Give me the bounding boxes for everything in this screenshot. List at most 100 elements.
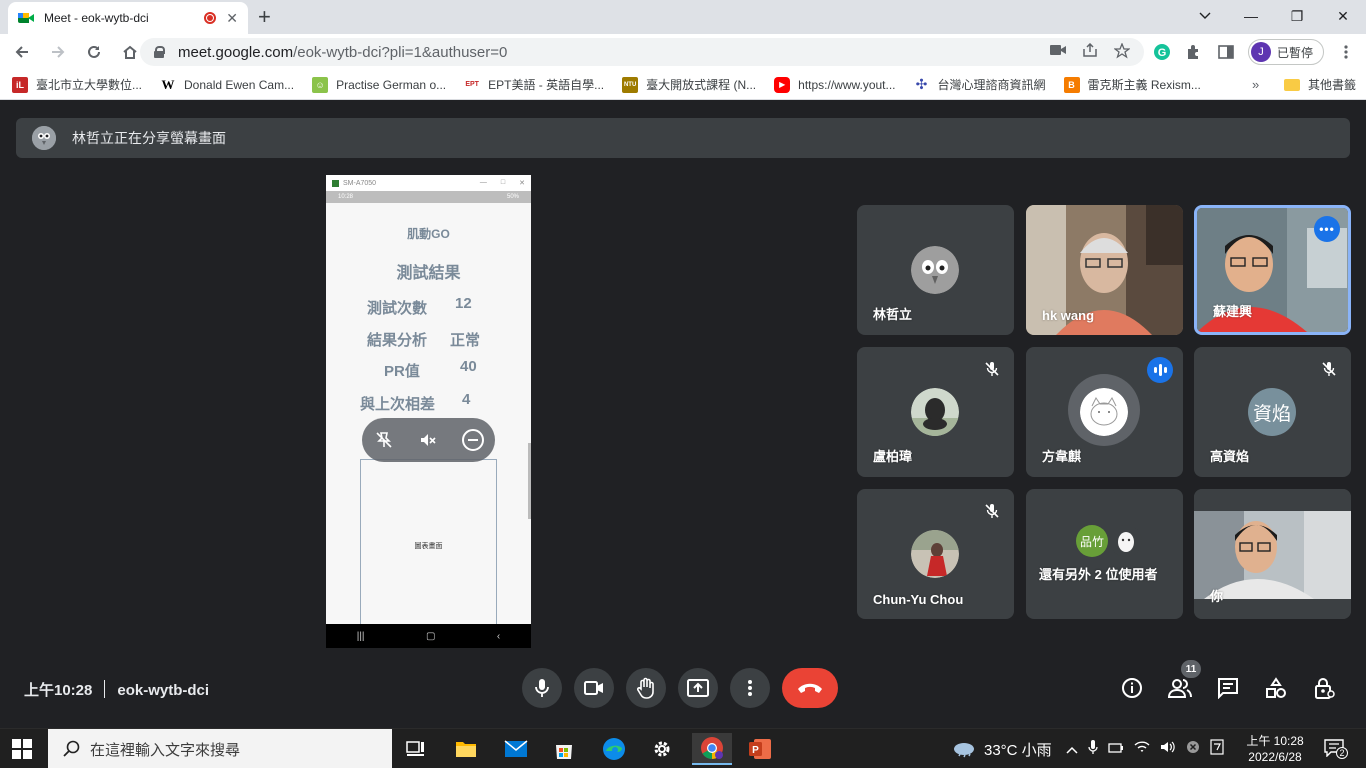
bookmark-item[interactable]: EPT EPT美語 - 英語自學... (464, 76, 604, 93)
system-clock[interactable]: 上午 10:28 2022/6/28 (1240, 733, 1310, 765)
more-options-button[interactable] (730, 668, 770, 708)
participant-tile[interactable]: 方韋麒 (1026, 347, 1183, 477)
people-button[interactable] (1168, 676, 1192, 700)
new-tab-button[interactable]: + (258, 6, 271, 28)
bookmark-item[interactable]: W Donald Ewen Cam... (160, 76, 295, 93)
presenter-avatar (32, 126, 56, 150)
others-label: 還有另外 2 位使用者 (1039, 567, 1158, 582)
camera-in-use-icon[interactable] (1050, 43, 1066, 62)
windows-start-icon[interactable] (12, 739, 32, 759)
back-arrow-icon[interactable] (6, 36, 38, 68)
home-button-icon[interactable]: ▢ (426, 631, 435, 642)
back-icon[interactable]: ‹ (497, 631, 500, 642)
bookmark-label: Donald Ewen Cam... (184, 77, 295, 92)
minimize-button[interactable]: — (1228, 4, 1274, 28)
settings-gear-icon[interactable] (642, 733, 682, 765)
task-view-icon[interactable] (396, 733, 436, 765)
pin-off-icon[interactable] (372, 428, 396, 452)
host-controls-button[interactable] (1312, 676, 1336, 700)
notification-center-icon[interactable]: 2 (1324, 739, 1348, 759)
result-label: 與上次相差 (360, 396, 436, 413)
bookmark-item[interactable]: NTU 臺大開放式課程 (N... (622, 76, 756, 93)
presentation-scrollbar[interactable] (528, 443, 531, 519)
address-bar[interactable]: meet.google.com/eok-wytb-dci?pli=1&authu… (140, 38, 1144, 66)
folder-icon (1284, 78, 1300, 91)
powerpoint-icon[interactable]: P (740, 733, 780, 765)
self-tile[interactable]: 你 (1194, 489, 1351, 619)
bookmark-label: 台灣心理諮商資訊網 (937, 78, 1046, 92)
bookmark-item[interactable]: ✣ 台灣心理諮商資訊網 (913, 76, 1046, 93)
system-tray (1066, 729, 1224, 768)
bookmark-item[interactable]: B 雷克斯主義 Rexism... (1063, 76, 1201, 93)
leave-call-button[interactable] (782, 668, 838, 708)
chat-button[interactable] (1216, 676, 1240, 700)
meeting-details-button[interactable] (1120, 676, 1144, 700)
speaker-icon[interactable] (1160, 740, 1176, 758)
activities-button[interactable] (1264, 676, 1288, 700)
participant-tile-active[interactable]: ••• 蘇建興 (1194, 205, 1351, 335)
participant-name: 盧柏瑋 (873, 449, 913, 464)
camera-button[interactable] (574, 668, 614, 708)
participant-tile[interactable]: 林哲立 (857, 205, 1014, 335)
result-value: 4 (462, 391, 471, 408)
participant-tile[interactable]: 盧柏瑋 (857, 347, 1014, 477)
participant-tile[interactable]: hk wang (1026, 205, 1183, 335)
present-screen-button[interactable] (678, 668, 718, 708)
side-panel-icon[interactable] (1216, 42, 1236, 62)
bookmarks-overflow-button[interactable]: » (1252, 77, 1259, 92)
input-method-icon[interactable] (1210, 739, 1224, 759)
participant-tile[interactable]: 資焰 高資焰 (1194, 347, 1351, 477)
chevron-up-icon[interactable] (1066, 741, 1078, 758)
url-path: /eok-wytb-dci?pli=1&authuser=0 (293, 43, 508, 61)
mail-icon[interactable] (496, 733, 536, 765)
recording-indicator-icon (204, 12, 217, 24)
other-bookmarks-folder[interactable]: 其他書籤 (1284, 76, 1356, 93)
result-value: 40 (460, 358, 477, 375)
extensions-puzzle-icon[interactable] (1184, 42, 1204, 62)
edge-browser-icon[interactable] (594, 733, 634, 765)
network-icon[interactable] (1134, 740, 1150, 758)
video-camera-icon (584, 681, 603, 695)
clock-date: 2022/6/28 (1248, 750, 1302, 764)
profile-avatar: J (1251, 42, 1271, 62)
close-window-button[interactable]: ✕ (1320, 4, 1366, 28)
recent-apps-icon[interactable]: ||| (357, 631, 365, 642)
chrome-icon[interactable] (692, 733, 732, 765)
present-icon (687, 679, 709, 697)
browser-menu-icon[interactable] (1336, 42, 1356, 62)
participant-name: hk wang (1042, 308, 1095, 323)
tab-close-icon[interactable]: ✕ (226, 10, 238, 27)
grammarly-extension-icon[interactable]: G (1152, 42, 1172, 62)
raise-hand-button[interactable] (626, 668, 666, 708)
microsoft-store-icon[interactable] (544, 733, 584, 765)
microphone-tray-icon[interactable] (1088, 739, 1098, 759)
bookmark-item[interactable]: ▶ https://www.yout... (774, 76, 896, 93)
weather-widget[interactable]: 33°C 小雨 (952, 729, 1052, 768)
restore-button[interactable]: ❐ (1274, 4, 1320, 28)
chevron-down-icon[interactable] (1182, 4, 1228, 28)
remove-icon[interactable] (461, 428, 485, 452)
meet-control-bar: 上午10:28 eok-wytb-dci 11 (0, 660, 1366, 728)
file-explorer-icon[interactable] (446, 733, 486, 765)
reload-icon[interactable] (78, 36, 110, 68)
volume-off-icon[interactable] (416, 428, 440, 452)
microphone-button[interactable] (522, 668, 562, 708)
lock-icon[interactable] (154, 46, 165, 58)
bookmark-item[interactable]: iL 臺北市立大學數位... (12, 76, 142, 93)
bookmark-star-icon[interactable] (1113, 42, 1131, 62)
bookmark-label: 臺北市立大學數位... (36, 78, 143, 92)
taskbar-search-box[interactable]: 在這裡輸入文字來搜尋 (48, 729, 392, 768)
mirror-window-title: SM-A7050 (343, 179, 377, 187)
participant-tile[interactable]: Chun-Yu Chou (857, 489, 1014, 619)
forward-arrow-icon[interactable] (42, 36, 74, 68)
result-label: 測試次數 (367, 300, 428, 317)
more-options-icon[interactable]: ••• (1314, 216, 1340, 242)
presentation-controls-overlay[interactable] (362, 418, 495, 462)
bookmark-item[interactable]: ☺ Practise German o... (312, 76, 446, 93)
browser-tab-meet[interactable]: Meet - eok-wytb-dci ✕ (8, 2, 248, 34)
profile-button[interactable]: J 已暫停 (1248, 39, 1325, 65)
close-circle-icon[interactable] (1186, 740, 1200, 758)
participant-tile-others[interactable]: 品竹 還有另外 2 位使用者 (1026, 489, 1183, 619)
battery-icon[interactable] (1108, 741, 1124, 758)
share-icon[interactable] (1082, 42, 1098, 62)
